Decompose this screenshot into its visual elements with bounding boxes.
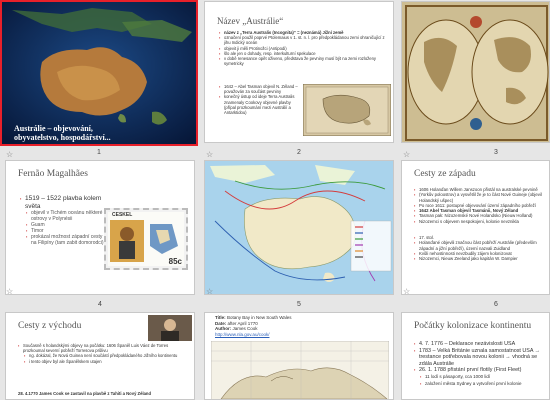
bullet: v době renesance opět oživeno, představa… — [219, 56, 391, 66]
slide-thumbnail-8[interactable]: Title: Botany Bay in New South Wales Dat… — [204, 312, 394, 400]
slide-transition-icon: ☆ — [206, 150, 214, 159]
stamp-image: CESKEL 85c — [104, 208, 188, 270]
slide-6-bullet-list: 1606 Holanďan Willem Janszoon přistál na… — [414, 187, 549, 224]
bullet: objevil v Tichém oceánu některé ostrovy … — [26, 210, 106, 222]
bullet: konečný ústup od ideje Terra Australis z… — [219, 94, 301, 115]
slide-4-bullet-list: 1519 – 1522 plavba kolem světa objevil v… — [20, 195, 106, 246]
bullet: 1519 – 1522 plavba kolem světa — [20, 195, 106, 210]
slide-2-title: Název „Austrálie“ — [217, 16, 284, 26]
slide-number-4: 4 — [98, 301, 102, 308]
slide-6-title: Cesty ze západu — [414, 169, 476, 179]
bullet: prokázal možnost západní cesty na Filipí… — [26, 234, 106, 246]
bullet: (Yorkův poloostrov) a vysvětlil že je to… — [414, 192, 549, 203]
slide-thumbnail-6[interactable]: Cesty ze západu 1606 Holanďan Willem Jan… — [401, 160, 550, 295]
metadata-key: Title: — [215, 315, 226, 320]
slide-1-title-line: obyvatelstvo, hospodářství... — [14, 133, 111, 142]
slide-thumbnail-2[interactable]: Název „Austrálie“ název z „Terra Austral… — [204, 1, 394, 143]
bullet: 1783 – Velká Británie uznala samostatnos… — [414, 348, 548, 368]
slide-6-bullet-list-2: 17. stol. Holanďané objevili značnou čás… — [414, 235, 549, 262]
slide-8-metadata: Title: Botany Bay in New South Wales Dat… — [215, 315, 390, 337]
bullet: Nizozemci s objevem nespokojeni, kolonie… — [414, 219, 549, 225]
slide-9-bullet-list: 4. 7. 1776 – Deklarace nezávislosti USA … — [414, 341, 548, 387]
slide-9-title: Počátky kolonizace kontinentu — [414, 321, 532, 331]
bullet: označení použil poprvé Ptolemaius v 1. s… — [219, 35, 391, 45]
slide-transition-icon: ☆ — [6, 150, 14, 159]
bullet: 26. 1. 1788 přistání první flotily (Firs… — [414, 367, 548, 374]
slide-number-2: 2 — [297, 149, 301, 156]
world-map-image — [402, 2, 549, 142]
slide-transition-icon: ☆ — [206, 287, 214, 296]
bullet: 4. 7. 1776 – Deklarace nezávislosti USA — [414, 341, 548, 348]
bullet: Nizozemci, Nieuw Zeeland jako kapitán W.… — [414, 256, 549, 262]
slide-thumbnail-4[interactable]: Fernão Magalhães 1519 – 1522 plavba kole… — [5, 160, 195, 295]
stamp-country: CESKEL — [112, 212, 133, 218]
slide-thumbnail-5[interactable] — [204, 160, 394, 295]
slide-2-bullet-list-2: 1642 – Abel Tasman objevil N. Zéland – p… — [219, 84, 301, 115]
slide-7-bottom-line: 28. 4.1770 James Cook se zastavil na pla… — [18, 391, 152, 396]
slide-1-title-line: Austrálie – objevování, — [14, 124, 93, 133]
metadata-value: James Cook — [232, 326, 258, 331]
bullet: 11 lodí s pásaporty, cca 1000 lidí — [420, 374, 548, 381]
bullet: Holanďané objevili značnou část pobřeží … — [414, 240, 549, 251]
slide-thumbnail-7[interactable]: Cesty z východu Současně s holandskými o… — [5, 312, 195, 400]
metadata-key: Author: — [215, 326, 232, 331]
slide-transition-icon: ☆ — [403, 150, 411, 159]
slide-4-title: Fernão Magalhães — [18, 169, 88, 179]
metadata-key: Date: — [215, 320, 227, 326]
chart-map-image — [211, 341, 389, 399]
slide-7-bullet-list: Současně s holandskými objevy na počátku… — [18, 343, 188, 364]
slide-number-5: 5 — [297, 301, 301, 308]
slide-thumbnail-3[interactable] — [401, 1, 550, 143]
slide-number-1: 1 — [97, 149, 101, 156]
old-map-image — [303, 84, 391, 136]
slide-2-bullet-list: název z „Terra Australis (Incognita)“ = … — [219, 30, 391, 66]
slide-transition-icon: ☆ — [403, 287, 411, 296]
metadata-value: Botany Bay in New South Wales — [226, 315, 292, 320]
bullet: založení města Sydney a vytvoření první … — [420, 381, 548, 388]
slide-number-3: 3 — [494, 149, 498, 156]
metadata-link[interactable]: http://www.nla.gov.au/cook/ — [215, 332, 390, 338]
portrait-image — [148, 315, 192, 341]
slide-thumbnail-1[interactable]: Austrálie – objevování, obyvatelstvo, ho… — [0, 0, 198, 146]
bullet: 1642 – Abel Tasman objevil N. Zéland – p… — [219, 84, 301, 94]
metadata-value: after April 1770 — [227, 320, 258, 326]
slide-7-title: Cesty z východu — [18, 321, 82, 331]
slide-number-6: 6 — [494, 301, 498, 308]
bullet: Současně s holandskými objevy na počátku… — [18, 343, 188, 353]
stamp-value: 85c — [168, 257, 182, 266]
slide-1-title: Austrálie – objevování, obyvatelstvo, ho… — [14, 124, 194, 142]
bullet: i tento objev byl ale Španělskem utajen — [24, 359, 188, 364]
slide-transition-icon: ☆ — [6, 287, 14, 296]
voyages-map-image — [205, 161, 393, 294]
australia-satellite-image — [2, 2, 196, 144]
slide-thumbnail-9[interactable]: Počátky kolonizace kontinentu 4. 7. 1776… — [401, 312, 550, 400]
